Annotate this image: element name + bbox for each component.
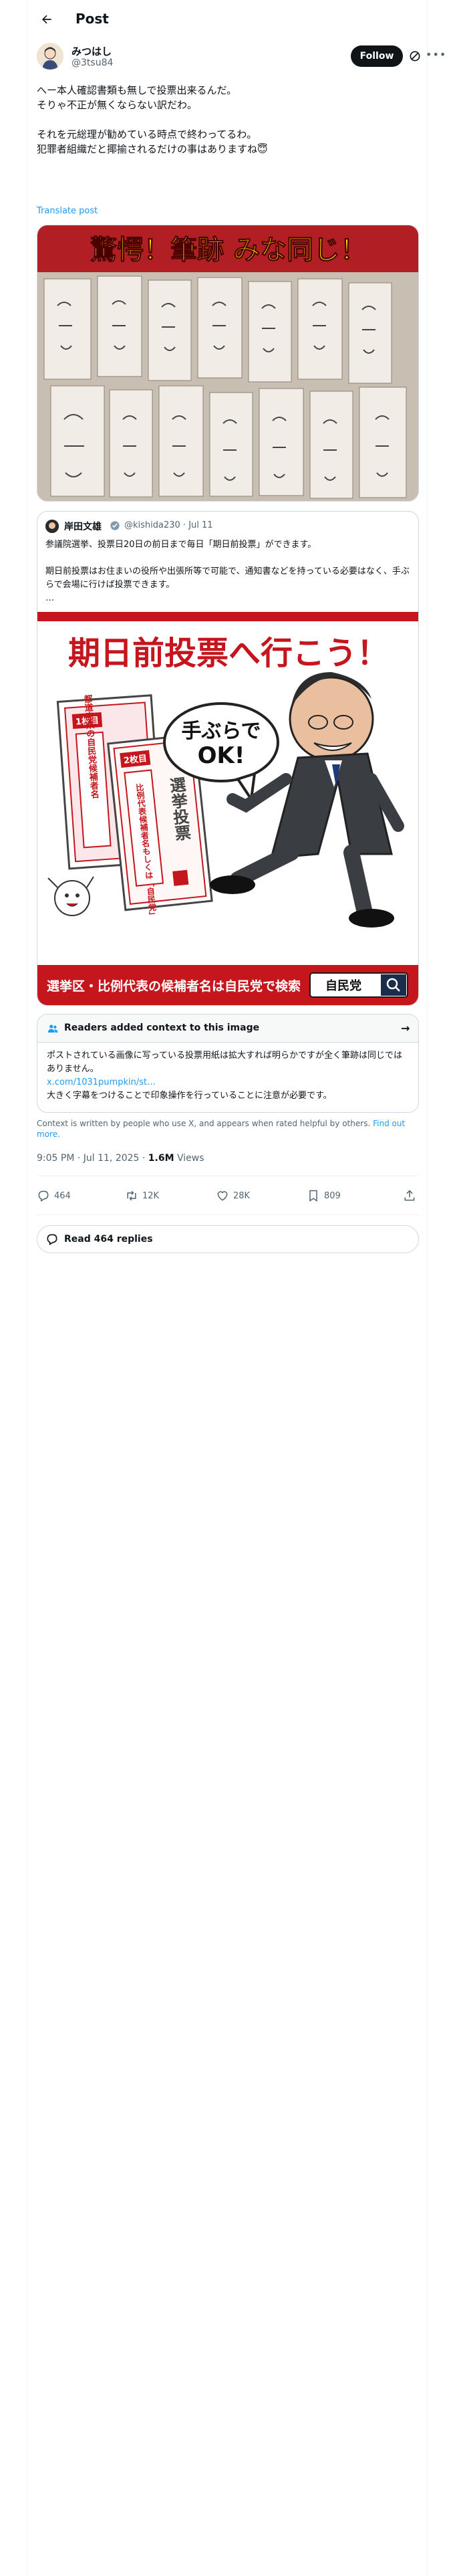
bookmark-count: 809 bbox=[324, 1190, 341, 1201]
back-button[interactable] bbox=[37, 9, 57, 29]
views-count: 1.6M bbox=[148, 1153, 174, 1164]
community-note-title: Readers added context to this image bbox=[64, 1023, 260, 1033]
arrow-left-icon bbox=[42, 15, 51, 24]
post-timestamp[interactable]: 9:05 PM · Jul 11, 2025 · 1.6M Views bbox=[37, 1153, 204, 1164]
arrow-right-icon[interactable]: → bbox=[401, 1022, 410, 1035]
quote-author-name[interactable]: 岸田文雄 bbox=[64, 520, 102, 533]
heart-icon bbox=[217, 1191, 228, 1201]
people-icon bbox=[47, 1025, 58, 1033]
quote-image[interactable]: 期日前投票へ行こう！ 1枚目 都道府県の自民党候補者名 選挙投票 bbox=[37, 612, 418, 1005]
more-options-icon[interactable]: ••• bbox=[426, 48, 446, 61]
quote-meta: @kishida230 · Jul 11 bbox=[124, 520, 213, 530]
read-replies-label: Read 464 replies bbox=[64, 1234, 153, 1245]
like-button[interactable]: 28K bbox=[216, 1189, 250, 1202]
author-handle[interactable]: @3tsu84 bbox=[71, 58, 113, 68]
quote-handle[interactable]: @kishida230 bbox=[124, 520, 180, 530]
grok-icon[interactable] bbox=[408, 49, 422, 63]
read-replies-button[interactable]: Read 464 replies bbox=[37, 1225, 419, 1253]
like-count: 28K bbox=[233, 1190, 251, 1201]
reply-count: 464 bbox=[54, 1190, 71, 1201]
note-disclaimer: Context is written by people who use X, … bbox=[37, 1118, 419, 1140]
repost-button[interactable]: 12K bbox=[125, 1189, 159, 1202]
post-image[interactable]: 驚愕！筆跡 みな同じ！ bbox=[37, 225, 419, 502]
views-label: Views bbox=[174, 1153, 204, 1164]
quote-avatar[interactable] bbox=[45, 520, 59, 533]
header: Post bbox=[27, 0, 428, 39]
ballot-photo: 驚愕！筆跡 みな同じ！ bbox=[37, 225, 418, 501]
divider bbox=[37, 1214, 419, 1215]
ad-title: 期日前投票へ行こう！ bbox=[68, 635, 389, 672]
community-note-link[interactable]: x.com/1031pumpkin/st… bbox=[47, 1076, 410, 1089]
ad-footer-text: 選挙区・比例代表の候補者名は自民党で検索 bbox=[47, 978, 301, 994]
image-banner-text: 驚愕！筆跡 みな同じ！ bbox=[90, 235, 367, 265]
avatar[interactable] bbox=[37, 43, 63, 70]
community-note-text: ポストされている画像に写っている投票用紙は拡大すれば明らかですが全く筆跡は同じで… bbox=[47, 1051, 402, 1074]
note-disclaimer-text: Context is written by people who use X, … bbox=[37, 1119, 371, 1128]
ad-bubble-line1: 手ぶらで bbox=[181, 720, 261, 743]
reply-icon bbox=[38, 1190, 49, 1202]
ad-bubble-line2: OK! bbox=[198, 742, 245, 769]
gray-verified-badge-icon bbox=[110, 521, 120, 530]
share-icon bbox=[404, 1190, 415, 1201]
follow-button[interactable]: Follow bbox=[351, 45, 403, 67]
reply-icon bbox=[47, 1234, 57, 1245]
community-note-text-2: 大きく字幕をつけることで印象操作を行っていることに注意が必要です。 bbox=[47, 1091, 332, 1101]
main-column: Post みつはし @3tsu84 Follow ••• へー本人確認書類も無し… bbox=[27, 0, 446, 2576]
repost-icon bbox=[127, 1190, 136, 1201]
post-text: へー本人確認書類も無しで投票出来るんだ。 そりゃ不正が無くならない訳だわ。 それ… bbox=[37, 84, 268, 155]
ad-search-text: 自民党 bbox=[325, 978, 361, 993]
quote-date[interactable]: Jul 11 bbox=[188, 520, 212, 530]
community-note[interactable]: Readers added context to this image → ポス… bbox=[37, 1014, 419, 1113]
author-name[interactable]: みつはし bbox=[71, 44, 112, 58]
community-note-header[interactable]: Readers added context to this image → bbox=[37, 1014, 418, 1043]
quoted-post[interactable]: 岸田文雄 @kishida230 · Jul 11 参議院選挙、投票日20日の前… bbox=[37, 511, 419, 1006]
action-bar: 464 12K 28K 809 bbox=[37, 1180, 419, 1212]
community-note-body: ポストされている画像に写っている投票用紙は拡大すれば明らかですが全く筆跡は同じで… bbox=[47, 1049, 410, 1103]
repost-count: 12K bbox=[142, 1190, 160, 1201]
bookmark-button[interactable]: 809 bbox=[307, 1189, 341, 1202]
bookmark-icon bbox=[309, 1190, 317, 1202]
translate-link[interactable]: Translate post bbox=[37, 206, 98, 216]
share-button[interactable] bbox=[403, 1189, 416, 1202]
quote-text: 参議院選挙、投票日20日の前日まで毎日「期日前投票」ができます。 期日前投票はお… bbox=[45, 540, 410, 603]
timestamp-text[interactable]: 9:05 PM · Jul 11, 2025 · bbox=[37, 1153, 148, 1164]
page-title: Post bbox=[76, 11, 109, 27]
avatar-illustration bbox=[37, 43, 63, 70]
campaign-ad-illustration: 期日前投票へ行こう！ 1枚目 都道府県の自民党候補者名 選挙投票 bbox=[37, 612, 418, 1005]
reply-button[interactable]: 464 bbox=[37, 1189, 71, 1202]
